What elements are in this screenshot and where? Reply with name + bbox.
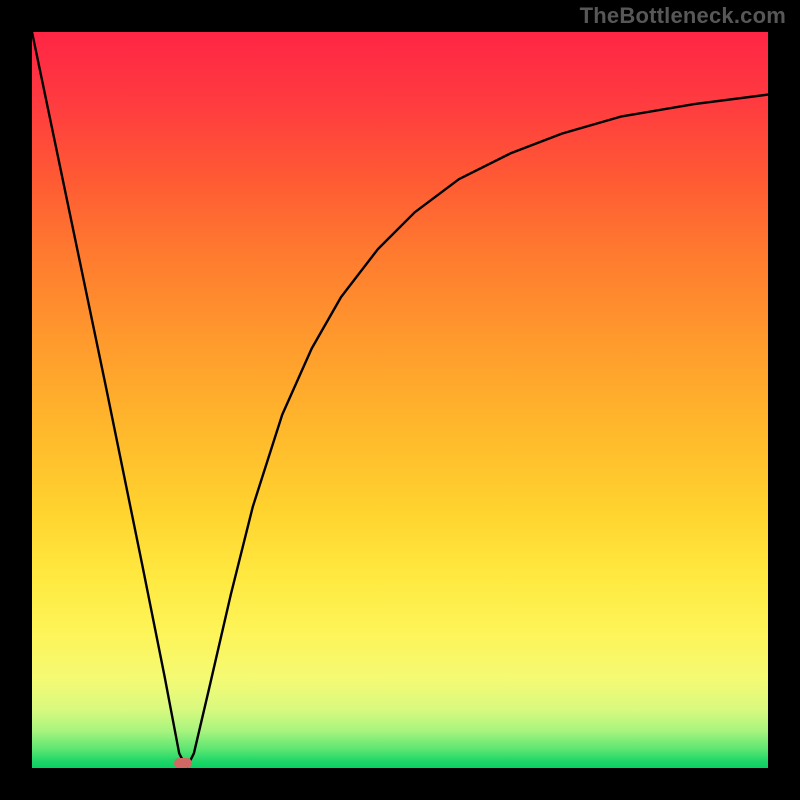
bottleneck-curve <box>32 32 768 768</box>
optimum-marker <box>174 758 192 768</box>
watermark-text: TheBottleneck.com <box>580 3 786 29</box>
chart-frame: TheBottleneck.com <box>0 0 800 800</box>
plot-area <box>32 32 768 768</box>
curve-svg <box>32 32 768 768</box>
